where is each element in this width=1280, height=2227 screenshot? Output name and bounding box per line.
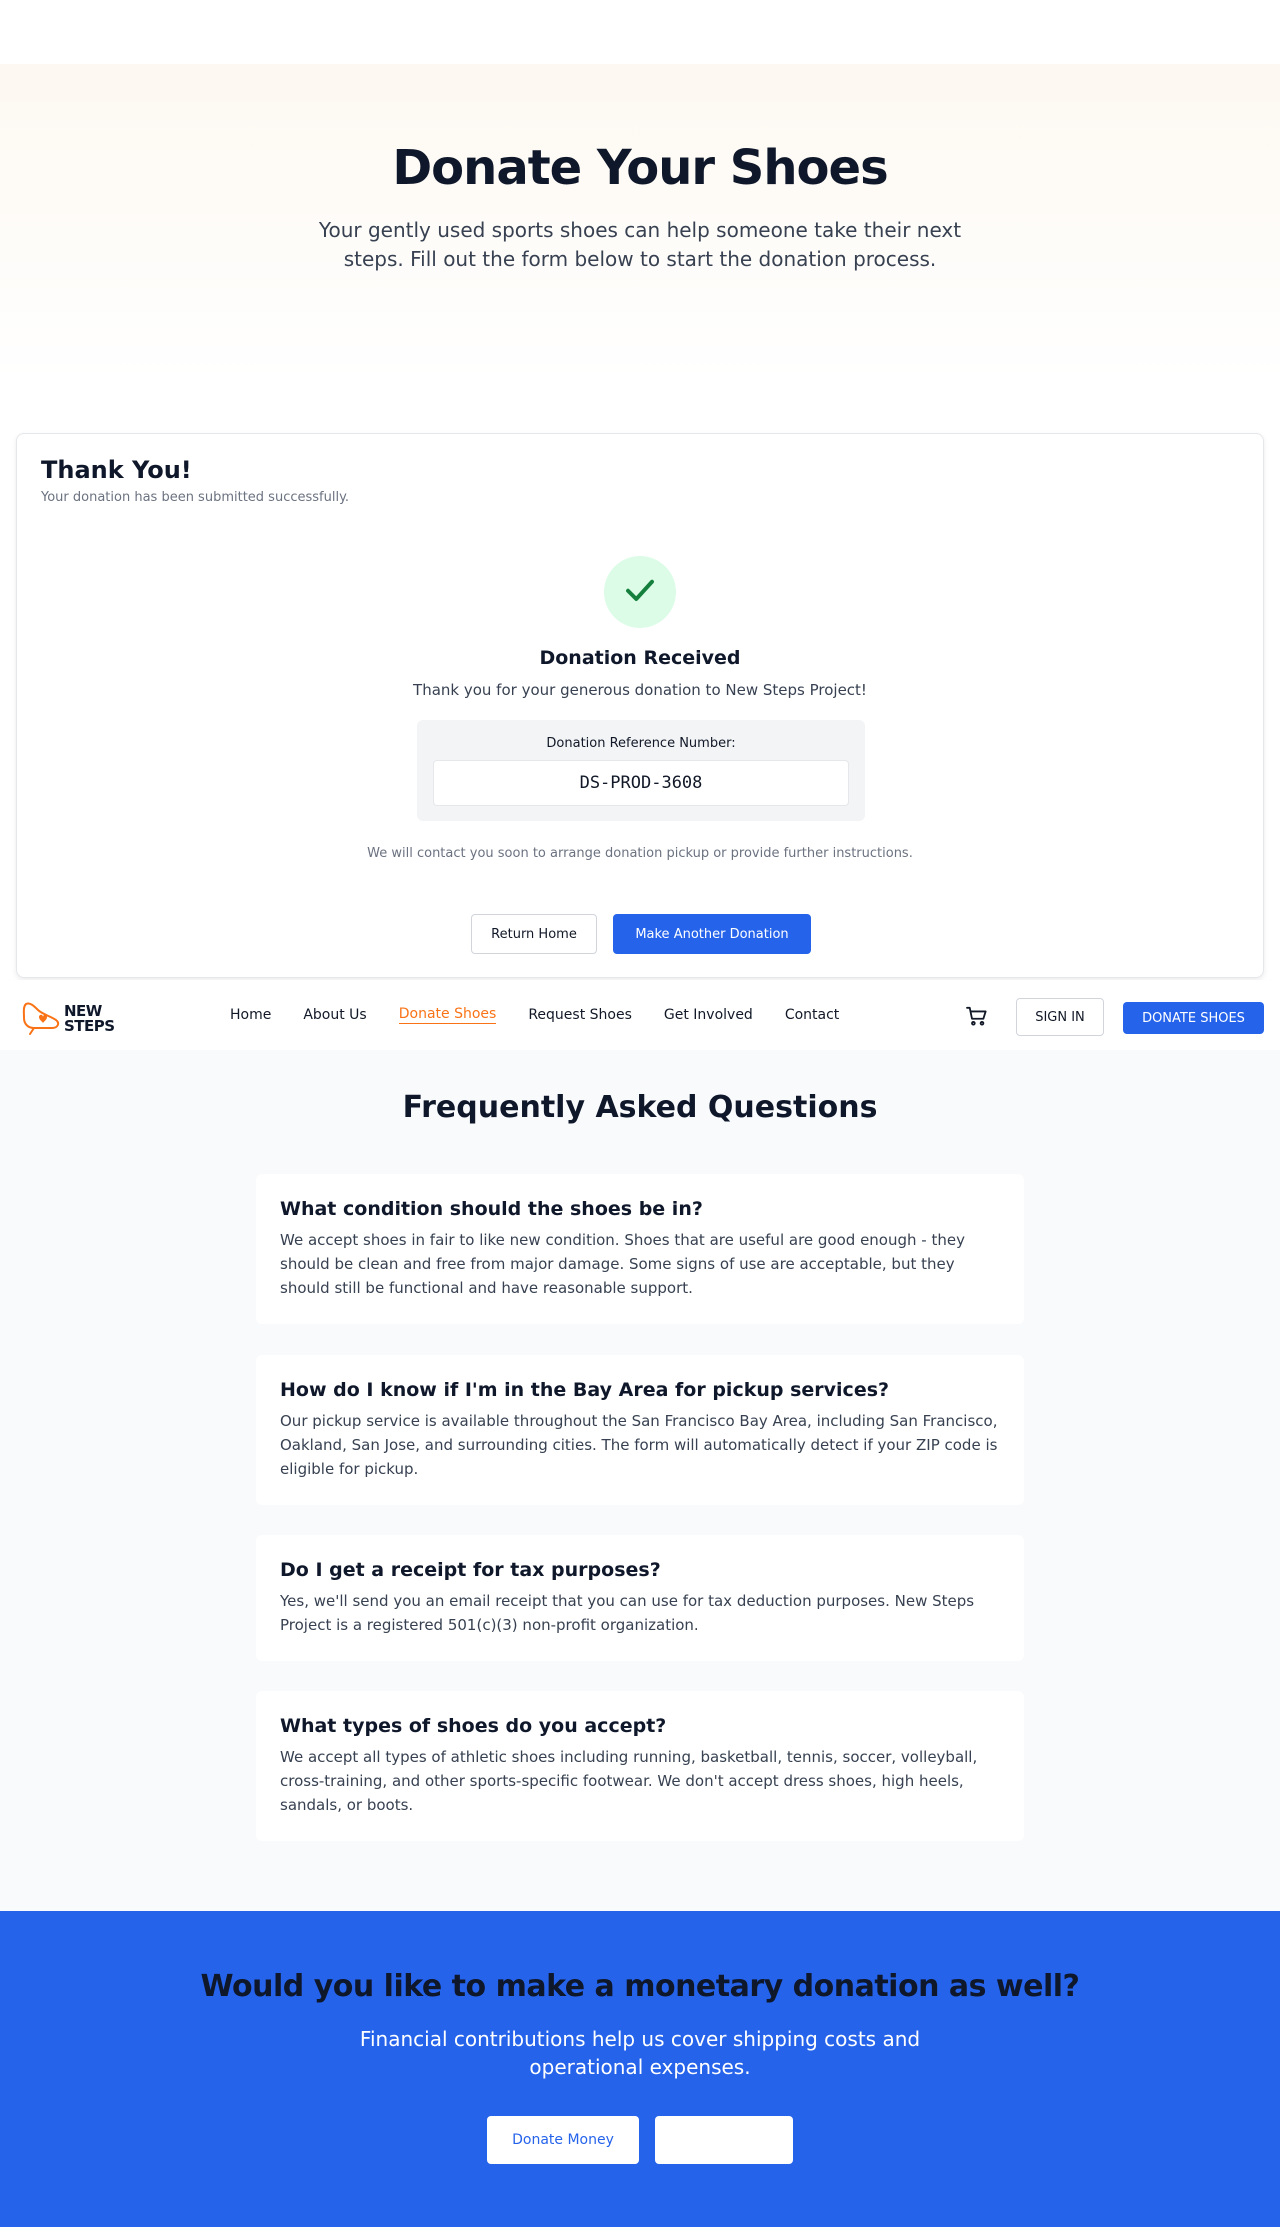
thank-you-message: Thank you for your generous donation to …	[413, 681, 867, 699]
faq-question: How do I know if I'm in the Bay Area for…	[280, 1379, 890, 1401]
faq-item: How do I know if I'm in the Bay Area for…	[256, 1355, 1024, 1505]
reference-box: Donation Reference Number: DS-PROD-3608	[417, 720, 865, 821]
nav-links: Home About Us Donate Shoes Request Shoes…	[230, 980, 871, 1050]
logo[interactable]: NEW STEPS	[20, 998, 115, 1040]
nav-link-home[interactable]: Home	[230, 1007, 271, 1023]
confirmation-card: Thank You! Your donation has been submit…	[16, 433, 1264, 978]
shoe-logo-icon	[20, 998, 62, 1040]
faq-question: What condition should the shoes be in?	[280, 1198, 703, 1220]
faq-answer: Our pickup service is available througho…	[280, 1412, 998, 1478]
nav-link-about-us[interactable]: About Us	[303, 1007, 366, 1023]
nav-link-get-involved[interactable]: Get Involved	[664, 1007, 753, 1023]
sign-in-button[interactable]: SIGN IN	[1016, 998, 1104, 1036]
faq-question: What types of shoes do you accept?	[280, 1715, 667, 1737]
faq-item: What condition should the shoes be in? W…	[256, 1174, 1024, 1324]
faq-answer: Yes, we'll send you an email receipt tha…	[280, 1592, 975, 1634]
cta-text: Financial contributions help us cover sh…	[359, 2027, 921, 2079]
faq-title: Frequently Asked Questions	[402, 1090, 878, 1125]
faq-section: Frequently Asked Questions What conditio…	[0, 1050, 1280, 1911]
return-home-button[interactable]: Return Home	[471, 914, 597, 954]
monetary-donation-cta: Would you like to make a monetary donati…	[0, 1911, 1280, 2227]
faq-question: Do I get a receipt for tax purposes?	[280, 1559, 661, 1581]
card-title: Thank You!	[41, 456, 192, 484]
contact-note: We will contact you soon to arrange dona…	[367, 846, 913, 861]
main-navbar: NEW STEPS Home About Us Donate Shoes Req…	[0, 980, 1280, 1050]
hero-subtitle: Your gently used sports shoes can help s…	[318, 218, 962, 271]
secondary-cta-button[interactable]	[655, 2116, 793, 2164]
nav-link-contact[interactable]: Contact	[785, 1007, 839, 1023]
cart-icon[interactable]	[966, 1006, 988, 1030]
donate-money-button[interactable]: Donate Money	[487, 2116, 639, 2164]
make-another-donation-button[interactable]: Make Another Donation	[613, 914, 811, 954]
faq-answer: We accept all types of athletic shoes in…	[280, 1748, 978, 1814]
reference-label: Donation Reference Number:	[546, 736, 736, 751]
faq-item: What types of shoes do you accept? We ac…	[256, 1691, 1024, 1841]
donation-received-heading: Donation Received	[539, 647, 741, 669]
success-badge	[604, 556, 676, 628]
logo-line-2: STEPS	[64, 1017, 115, 1035]
donate-shoes-button[interactable]: DONATE SHOES	[1123, 1002, 1264, 1034]
cta-title: Would you like to make a monetary donati…	[200, 1969, 1080, 2004]
faq-answer: We accept shoes in fair to like new cond…	[280, 1231, 965, 1297]
hero-section: Donate Your Shoes Your gently used sport…	[0, 64, 1280, 380]
nav-link-donate-shoes[interactable]: Donate Shoes	[398, 1006, 497, 1024]
page-title: Donate Your Shoes	[392, 140, 888, 196]
logo-text: NEW STEPS	[64, 1004, 115, 1034]
faq-item: Do I get a receipt for tax purposes? Yes…	[256, 1535, 1024, 1661]
checkmark-icon	[622, 572, 658, 612]
card-subtitle: Your donation has been submitted success…	[41, 490, 350, 505]
reference-number: DS-PROD-3608	[433, 760, 849, 806]
nav-link-request-shoes[interactable]: Request Shoes	[528, 1007, 632, 1023]
